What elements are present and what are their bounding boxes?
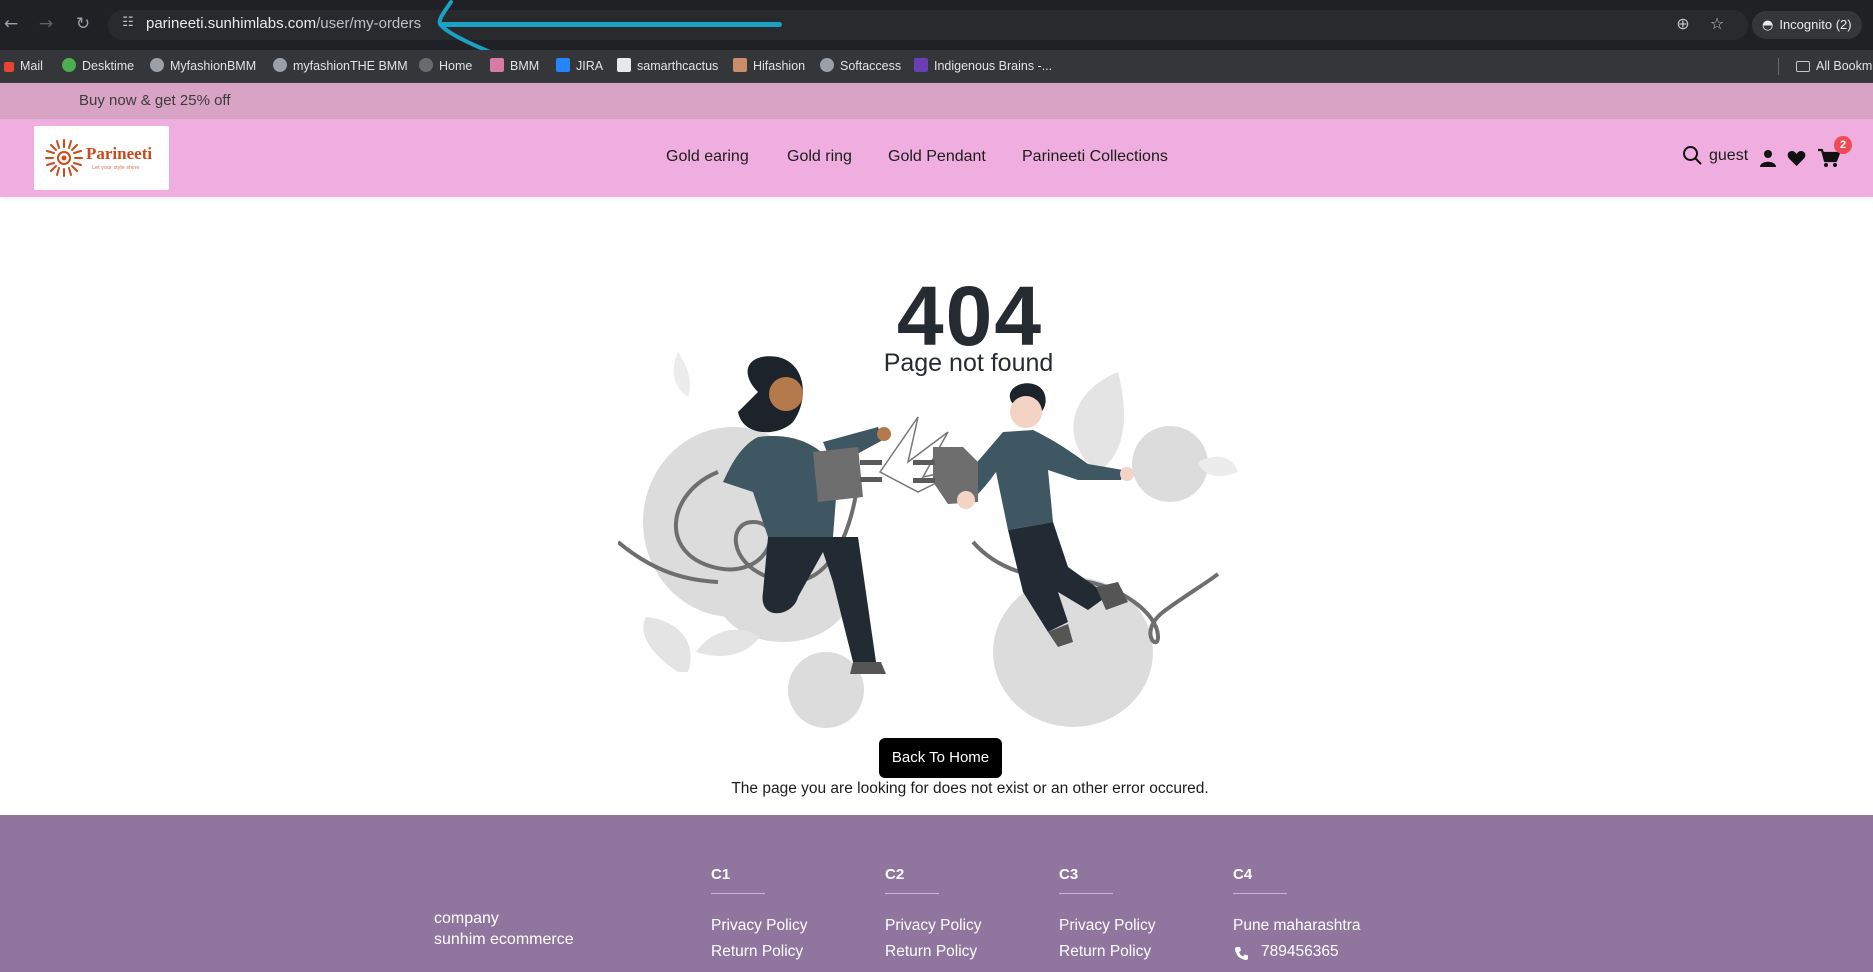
logo-sun-icon [45, 139, 83, 177]
error-description: The page you are looking for does not ex… [731, 780, 1209, 797]
heart-icon[interactable] [1787, 150, 1806, 167]
footer-col-c1-heading: C1 [711, 866, 731, 883]
reload-icon[interactable]: ↻ [72, 13, 94, 35]
footer-link-return-policy[interactable]: Return Policy [885, 943, 977, 961]
phone-icon [1235, 947, 1248, 960]
footer-link-privacy-policy[interactable]: Privacy Policy [1059, 917, 1155, 935]
site-footer: company sunhim ecommerce C1 Privacy Poli… [0, 815, 1873, 972]
logo-tagline: Let your style shine [92, 165, 140, 171]
bookmarks-bar: Mail Desktime MyfashionBMM myfashionTHE … [0, 50, 1873, 83]
footer-col-c3-heading: C3 [1059, 866, 1079, 883]
incognito-icon: ◓ [1762, 18, 1774, 33]
bookmark-samarthcactus[interactable]: samarthcactus [617, 50, 718, 83]
footer-col-c1-rule [711, 893, 765, 894]
footer-col-c2-rule [885, 893, 939, 894]
nav-gold-earing[interactable]: Gold earing [666, 148, 749, 166]
cart-count-badge: 2 [1834, 136, 1852, 154]
forward-arrow-icon[interactable]: → [35, 13, 57, 35]
nav-gold-pendant[interactable]: Gold Pendant [888, 148, 986, 166]
disconnected-plug-illustration [618, 352, 1238, 728]
bookmark-bmm[interactable]: BMM [490, 50, 539, 83]
url-text[interactable]: parineeti.sunhimlabs.com/user/my-orders [146, 15, 421, 32]
footer-phone-number[interactable]: 789456365 [1261, 943, 1339, 961]
bookmark-jira[interactable]: JIRA [556, 50, 603, 83]
footer-col-c2-heading: C2 [885, 866, 905, 883]
footer-link-privacy-policy[interactable]: Privacy Policy [711, 917, 807, 935]
search-icon[interactable] [1682, 145, 1702, 165]
nav-parineeti-collections[interactable]: Parineeti Collections [1022, 148, 1168, 166]
zoom-icon[interactable]: ⊕ [1672, 13, 1694, 35]
user-name[interactable]: guest [1709, 147, 1748, 165]
footer-col-c3-rule [1059, 893, 1113, 894]
bookmark-softaccess[interactable]: Softaccess [820, 50, 901, 83]
incognito-indicator[interactable]: ◓ Incognito (2) [1752, 11, 1862, 39]
footer-col-c4-rule [1233, 893, 1287, 894]
back-arrow-icon[interactable]: ← [0, 13, 22, 35]
back-to-home-button[interactable]: Back To Home [879, 738, 1002, 778]
browser-toolbar: ← → ↻ ☷ parineeti.sunhimlabs.com/user/my… [0, 0, 1873, 50]
footer-company-label: company [434, 910, 499, 927]
bookmark-hifashion[interactable]: Hifashion [733, 50, 805, 83]
folder-icon [1796, 61, 1810, 72]
bookmark-star-icon[interactable]: ☆ [1706, 13, 1728, 35]
site-header: Parineeti Let your style shine Gold eari… [0, 119, 1873, 197]
bookmark-home[interactable]: Home [419, 50, 472, 83]
footer-link-return-policy[interactable]: Return Policy [711, 943, 803, 961]
logo[interactable]: Parineeti Let your style shine [34, 126, 169, 190]
promo-bar: Buy now & get 25% off [0, 83, 1873, 119]
promo-text: Buy now & get 25% off [79, 92, 231, 109]
user-icon[interactable] [1759, 149, 1777, 167]
footer-link-privacy-policy[interactable]: Privacy Policy [885, 917, 981, 935]
site-info-icon[interactable]: ☷ [118, 15, 138, 35]
logo-text: Parineeti [86, 144, 153, 163]
footer-address: Pune maharashtra [1233, 917, 1361, 934]
footer-link-return-policy[interactable]: Return Policy [1059, 943, 1151, 961]
bookmark-myfashionbmm[interactable]: MyfashionBMM [150, 50, 256, 83]
bookmark-desktime[interactable]: Desktime [62, 50, 134, 83]
bookmarks-separator [1778, 58, 1779, 75]
footer-col-c4-heading: C4 [1233, 866, 1253, 883]
nav-gold-ring[interactable]: Gold ring [787, 148, 852, 166]
bookmark-indigenous-brains[interactable]: Indigenous Brains -... [914, 50, 1052, 83]
all-bookmarks[interactable]: All Bookm [1796, 50, 1872, 83]
bookmark-myfashion-the-bmm[interactable]: myfashionTHE BMM [273, 50, 408, 83]
footer-company-name: sunhim ecommerce [434, 931, 574, 948]
bookmark-mail[interactable]: Mail [4, 50, 43, 83]
